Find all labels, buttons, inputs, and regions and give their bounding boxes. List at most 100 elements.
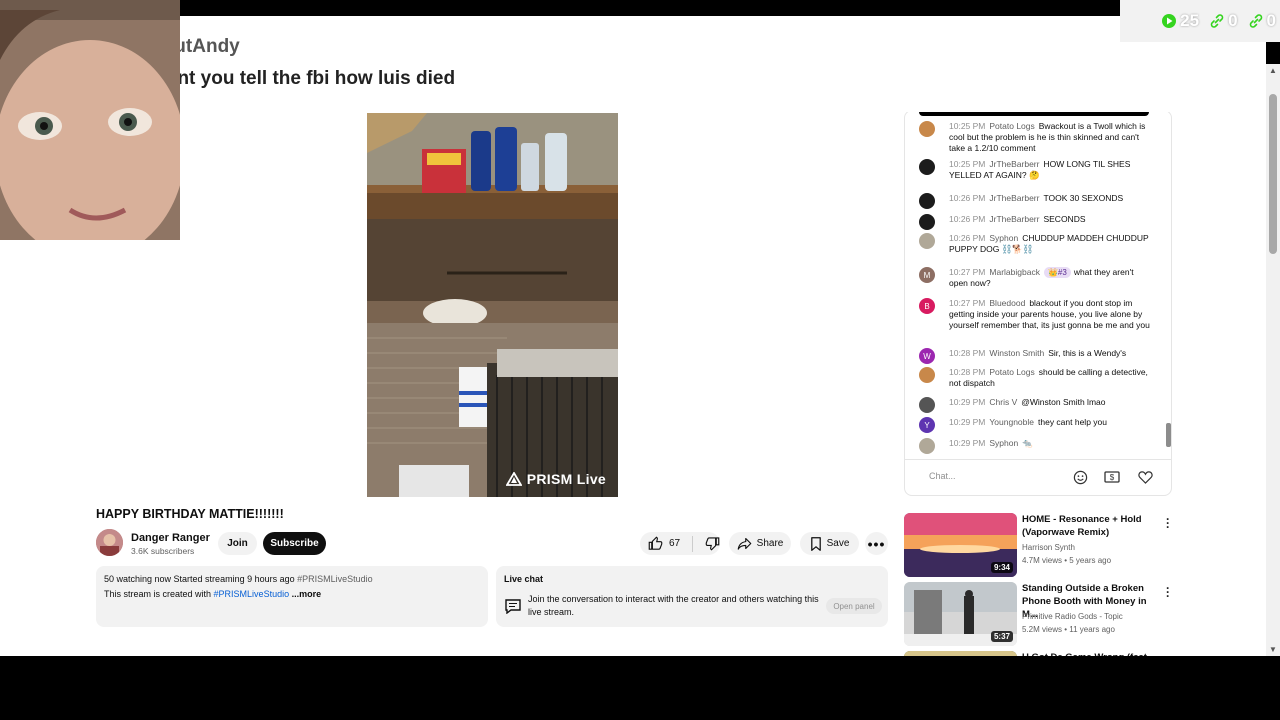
recommended-video[interactable]: U Got De Game Wrong (feat. La — [904, 651, 1172, 656]
chat-message-body: 10:28 PM Potato Logs should be calling a d… — [949, 367, 1151, 389]
chat-message: 10:26 PM JrTheBarberr TOOK 30 SEXONDS — [919, 193, 1151, 209]
chat-author-avatar[interactable] — [919, 159, 935, 175]
chat-author-avatar[interactable] — [919, 367, 935, 383]
emoji-button[interactable] — [1071, 469, 1089, 485]
webcam-image — [0, 0, 180, 240]
chat-author-avatar[interactable]: M — [919, 267, 935, 283]
save-label: Save — [826, 538, 850, 549]
chat-message-body: 10:26 PM JrTheBarberr TOOK 30 SEXONDS — [949, 193, 1151, 204]
recommended-video-thumbnail[interactable]: 5:37 — [904, 582, 1017, 646]
money-icon: $ — [1104, 471, 1120, 483]
chat-author-name[interactable]: JrTheBarberr — [989, 214, 1039, 224]
chat-timestamp: 10:27 PM — [949, 267, 986, 277]
chat-author-avatar[interactable] — [919, 397, 935, 413]
chat-author-name[interactable]: Potato Logs — [989, 367, 1034, 377]
chat-message: 10:29 PM Chris V @Winston Smith lmao — [919, 397, 1151, 413]
chat-message-body: 10:27 PM Marlabigback 👑#3 what they aren't … — [949, 267, 1151, 289]
link-icon — [1210, 14, 1224, 28]
recommended-video-thumbnail[interactable] — [904, 651, 1017, 656]
chat-message-text: TOOK 30 SEXONDS — [1043, 193, 1124, 203]
like-button[interactable]: 67 — [648, 536, 680, 551]
chat-author-avatar[interactable]: Y — [919, 417, 935, 433]
chat-message-text: SECONDS — [1043, 214, 1086, 224]
description-hashtag-link[interactable]: #PRISMLiveStudio — [297, 574, 373, 584]
chat-author-name[interactable]: Youngnoble — [989, 417, 1034, 427]
subscriber-count: 3.6K subscribers — [131, 546, 195, 556]
chat-timestamp: 10:29 PM — [949, 438, 986, 448]
chat-author-avatar[interactable] — [919, 193, 935, 209]
channel-name[interactable]: Danger Ranger — [131, 532, 210, 544]
chat-message-body: 10:26 PM JrTheBarberr SECONDS — [949, 214, 1151, 225]
chat-input[interactable]: Chat... — [921, 467, 1061, 485]
save-button[interactable]: Save — [800, 532, 859, 555]
chat-author-name[interactable]: Marlabigback — [989, 267, 1040, 277]
video-player[interactable]: PRISM Live — [367, 113, 618, 497]
recommended-video-title[interactable]: HOME - Resonance + Hold (Vaporwave Remix… — [1022, 513, 1160, 539]
chat-timestamp: 10:28 PM — [949, 367, 986, 377]
chat-author-name[interactable]: Potato Logs — [989, 121, 1034, 131]
chat-author-name[interactable]: Syphon — [989, 438, 1018, 448]
chat-message-body: 10:28 PM Winston Smith Sir, this is a Wend… — [949, 348, 1151, 359]
recommended-video-thumbnail[interactable]: 9:34 — [904, 513, 1017, 577]
more-horizontal-icon: ••• — [867, 535, 886, 552]
chat-message: 10:28 PM Potato Logs should be calling a d… — [919, 367, 1151, 389]
recommended-video-title[interactable]: U Got De Game Wrong (feat. La — [1022, 651, 1160, 656]
share-label: Share — [756, 538, 784, 549]
chat-author-avatar[interactable]: B — [919, 298, 935, 314]
live-chat-panel: 10:25 PM Potato Logs Bwackout is a Twoll w… — [904, 110, 1172, 496]
recommended-video-meta: 5.2M views • 11 years ago — [1022, 625, 1115, 634]
chat-message: 10:29 PM Syphon 🐀 — [919, 438, 1151, 454]
recommended-video[interactable]: 9:34 HOME - Resonance + Hold (Vaporwave R… — [904, 513, 1172, 577]
dislike-button[interactable] — [705, 536, 720, 551]
chat-author-name[interactable]: Bluedood — [989, 298, 1025, 308]
video-duration: 5:37 — [990, 631, 1013, 642]
chat-message: M 10:27 PM Marlabigback 👑#3 what they aren't… — [919, 267, 1151, 289]
scroll-down-arrow-icon[interactable]: ▼ — [1269, 645, 1277, 654]
chat-message: 10:25 PM JrTheBarberr HOW LONG TIL SHES YE… — [919, 159, 1151, 181]
open-panel-button[interactable]: Open panel — [826, 598, 882, 614]
more-actions-button[interactable]: ••• — [865, 532, 888, 555]
subscribe-button[interactable]: Subscribe — [263, 532, 326, 555]
chat-author-avatar[interactable] — [919, 121, 935, 137]
like-dislike-group: 67 — [640, 532, 720, 555]
chat-author-name[interactable]: JrTheBarberr — [989, 159, 1039, 169]
recommended-video-channel[interactable]: Primitive Radio Gods - Topic — [1022, 612, 1123, 621]
like-divider — [692, 535, 693, 552]
description-hashtag-link-2[interactable]: #PRISMLiveStudio — [214, 589, 290, 599]
prism-logo-icon — [505, 472, 522, 486]
chat-timestamp: 10:26 PM — [949, 214, 986, 224]
recommended-video[interactable]: 5:37 Standing Outside a Broken Phone Boot… — [904, 582, 1172, 646]
chat-scrollbar[interactable] — [1166, 423, 1171, 447]
more-vertical-icon[interactable]: · · · — [1166, 513, 1170, 533]
page-scrollbar-thumb[interactable] — [1269, 94, 1277, 254]
overlay-stats: 25 0 0 — [1120, 0, 1280, 42]
chat-message-text: Sir, this is a Wendy's — [1048, 348, 1127, 358]
description-body: This stream is created with #PRISMLiveSt… — [104, 589, 480, 599]
recommended-video-channel[interactable]: Harrison Synth — [1022, 543, 1075, 552]
like-count: 67 — [669, 538, 681, 549]
chat-author-avatar[interactable] — [919, 438, 935, 454]
share-button[interactable]: Share — [729, 532, 791, 555]
channel-avatar[interactable] — [96, 529, 123, 556]
super-chat-button[interactable]: $ — [1103, 469, 1121, 485]
more-vertical-icon[interactable]: · · · — [1166, 582, 1170, 602]
description-box[interactable]: 50 watching now Started streaming 9 hour… — [96, 566, 488, 627]
live-chat-prompt: Join the conversation to interact with t… — [528, 594, 819, 617]
chat-author-name[interactable]: Winston Smith — [989, 348, 1044, 358]
scroll-up-arrow-icon[interactable]: ▲ — [1269, 66, 1277, 75]
chat-author-name[interactable]: Syphon — [989, 233, 1018, 243]
chat-timestamp: 10:29 PM — [949, 397, 986, 407]
chat-author-name[interactable]: Chris V — [989, 397, 1017, 407]
recommended-video-meta: 4.7M views • 5 years ago — [1022, 556, 1112, 565]
chat-author-name[interactable]: JrTheBarberr — [989, 193, 1039, 203]
thanks-button[interactable] — [1136, 469, 1154, 485]
chat-message-body: 10:26 PM Syphon CHUDDUP MADDEH CHUDDUP PUP… — [949, 233, 1151, 255]
chat-author-avatar[interactable] — [919, 233, 935, 249]
chat-author-avatar[interactable]: W — [919, 348, 935, 364]
chat-message-text: @Winston Smith lmao — [1021, 397, 1106, 407]
page-scrollbar[interactable]: ▲ ▼ — [1266, 64, 1280, 656]
chat-author-avatar[interactable] — [919, 214, 935, 230]
description-more-link[interactable]: ...more — [292, 589, 322, 599]
play-icon — [1162, 14, 1177, 28]
join-button[interactable]: Join — [218, 532, 257, 555]
